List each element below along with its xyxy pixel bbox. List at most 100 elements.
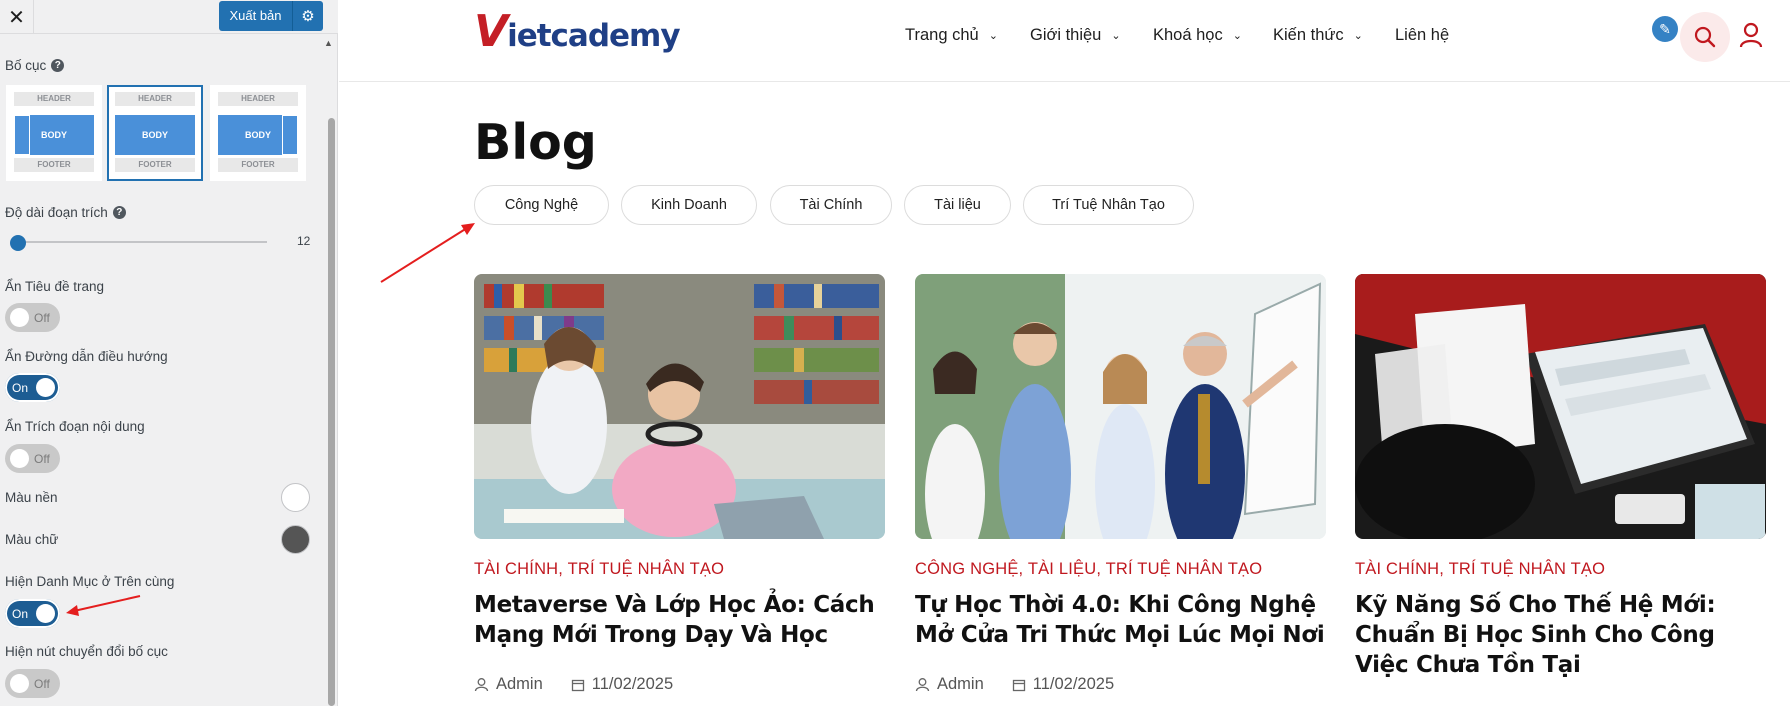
user-icon [915, 678, 930, 692]
nav-item-contact[interactable]: Liên hệ [1395, 26, 1449, 45]
post-categories[interactable]: TÀI CHÍNH, TRÍ TUỆ NHÂN TẠO [1355, 560, 1605, 579]
layout-footer-label: FOOTER [115, 158, 195, 172]
layout-option-right-sidebar[interactable]: HEADER BODY FOOTER [210, 85, 306, 181]
annotation-arrow [66, 595, 141, 616]
annotation-arrow [380, 223, 475, 283]
nav-label: Khoá học [1153, 26, 1223, 44]
layout-footer-label: FOOTER [218, 158, 298, 172]
logo-text: ietcademy [507, 18, 680, 54]
user-icon[interactable] [1739, 22, 1763, 53]
chevron-down-icon: ⌄ [1232, 30, 1242, 42]
publish-label[interactable]: Xuất bản [219, 1, 293, 31]
toggle-label: Ẩn Tiêu đề trang [5, 279, 105, 294]
toggle-knob [36, 604, 55, 623]
nav-item-home[interactable]: Trang chủ ⌄ [905, 26, 998, 45]
chevron-down-icon: ⌄ [1111, 30, 1121, 42]
category-chip-tai-chinh[interactable]: Tài Chính [770, 185, 892, 225]
toggle-state: Off [34, 310, 50, 325]
nav-item-knowledge[interactable]: Kiến thức ⌄ [1273, 26, 1363, 45]
toggle-label: Ẩn Trích đoạn nội dung [5, 419, 145, 434]
toggle-state: On [12, 380, 29, 395]
gear-icon[interactable]: ⚙ [293, 7, 323, 25]
toggle-label: Hiện Danh Mục ở Trên cùng [5, 574, 175, 589]
publish-button[interactable]: Xuất bản ⚙ [219, 1, 323, 31]
site-logo[interactable]: Vietcademy [474, 6, 681, 57]
layout-footer-label: FOOTER [14, 158, 94, 172]
layout-header-label: HEADER [14, 92, 94, 106]
post-thumbnail[interactable] [1355, 274, 1766, 539]
nav-item-about[interactable]: Giới thiệu ⌄ [1030, 26, 1121, 45]
close-icon[interactable]: ✕ [0, 0, 34, 34]
help-icon[interactable]: ? [51, 59, 65, 72]
scrollbar-thumb[interactable] [328, 118, 335, 706]
search-icon [1694, 26, 1716, 48]
post-title[interactable]: Metaverse Và Lớp Học Ảo: Cách Mạng Mới T… [474, 590, 886, 650]
user-icon [474, 678, 489, 692]
layout-body-label: BODY [115, 115, 195, 155]
category-chip-kinh-doanh[interactable]: Kinh Doanh [621, 185, 757, 225]
text-color-swatch[interactable] [281, 525, 310, 554]
show-category-top-toggle[interactable]: On [5, 599, 60, 628]
toggle-state: On [12, 606, 29, 621]
layout-header-label: HEADER [115, 92, 195, 106]
nav-label: Giới thiệu [1030, 26, 1102, 44]
excerpt-slider-track[interactable] [17, 241, 267, 243]
page-title: Blog [474, 114, 597, 171]
toggle-knob [10, 449, 29, 468]
edit-pencil-icon[interactable]: ✎ [1652, 16, 1678, 42]
layout-header-label: HEADER [218, 92, 298, 106]
post-thumbnail[interactable] [915, 274, 1326, 539]
post-title[interactable]: Kỹ Năng Số Cho Thế Hệ Mới: Chuẩn Bị Học … [1355, 590, 1767, 680]
post-categories[interactable]: CÔNG NGHỆ, TÀI LIỆU, TRÍ TUỆ NHÂN TẠO [915, 560, 1262, 579]
toggle-state: Off [34, 451, 50, 466]
toggle-knob [10, 308, 29, 327]
post-categories[interactable]: TÀI CHÍNH, TRÍ TUỆ NHÂN TẠO [474, 560, 724, 579]
post-thumbnail[interactable] [474, 274, 885, 539]
post-author[interactable]: Admin [496, 675, 543, 694]
post-meta: Admin 11/02/2025 [474, 675, 673, 694]
layout-sidebar-block [14, 115, 30, 155]
nav-item-courses[interactable]: Khoá học ⌄ [1153, 26, 1242, 45]
calendar-icon [571, 679, 584, 691]
chevron-down-icon: ⌄ [1353, 30, 1363, 42]
category-chip-cong-nghe[interactable]: Công Nghệ [474, 185, 609, 225]
excerpt-length-text: Độ dài đoạn trích [5, 205, 108, 220]
logo-mark: V [474, 6, 508, 57]
background-color-label: Màu nền [5, 490, 58, 505]
help-icon[interactable]: ? [112, 206, 126, 219]
nav-label: Liên hệ [1395, 26, 1450, 44]
hide-page-title-toggle[interactable]: Off [5, 303, 60, 332]
search-button[interactable] [1680, 12, 1730, 62]
post-author[interactable]: Admin [937, 675, 984, 694]
layout-option-left-sidebar[interactable]: HEADER BODY FOOTER [6, 85, 102, 181]
toggle-label: Hiện nút chuyển đổi bố cục [5, 644, 168, 659]
background-color-swatch[interactable] [281, 483, 310, 512]
hide-breadcrumb-toggle[interactable]: On [5, 373, 60, 402]
scroll-up-icon[interactable]: ▲ [324, 38, 333, 48]
hide-excerpt-toggle[interactable]: Off [5, 444, 60, 473]
post-date: 11/02/2025 [1032, 675, 1115, 693]
excerpt-slider-handle[interactable] [10, 235, 26, 251]
category-chip-tai-lieu[interactable]: Tài liệu [904, 185, 1011, 225]
nav-label: Kiến thức [1273, 26, 1344, 44]
nav-label: Trang chủ [905, 26, 979, 44]
text-color-label: Màu chữ [5, 532, 59, 547]
layout-label-text: Bố cục [5, 58, 47, 73]
site-header: Vietcademy Trang chủ ⌄ Giới thiệu ⌄ Khoá h… [339, 0, 1790, 82]
layout-label: Bố cục ? [5, 58, 65, 73]
panel-topbar: ✕ Xuất bản ⚙ [0, 0, 338, 34]
toggle-knob [10, 674, 29, 693]
toggle-knob [36, 378, 55, 397]
site-preview: Vietcademy Trang chủ ⌄ Giới thiệu ⌄ Khoá h… [339, 0, 1790, 706]
excerpt-length-label: Độ dài đoạn trích ? [5, 205, 126, 220]
layout-option-no-sidebar[interactable]: HEADER BODY FOOTER [107, 85, 203, 181]
excerpt-slider-value: 12 [297, 234, 311, 248]
customizer-panel: ✕ Xuất bản ⚙ ▲ Bố cục ? HEADER BODY FOOT… [0, 0, 338, 706]
post-title[interactable]: Tự Học Thời 4.0: Khi Công Nghệ Mở Cửa Tr… [915, 590, 1327, 650]
post-date: 11/02/2025 [591, 675, 674, 693]
toggle-label: Ẩn Đường dẫn điều hướng [5, 349, 168, 364]
calendar-icon [1012, 679, 1025, 691]
show-layout-switch-toggle[interactable]: Off [5, 669, 60, 698]
category-chip-tri-tue-nhan-tao[interactable]: Trí Tuệ Nhân Tạo [1023, 185, 1194, 225]
toggle-state: Off [34, 676, 50, 691]
